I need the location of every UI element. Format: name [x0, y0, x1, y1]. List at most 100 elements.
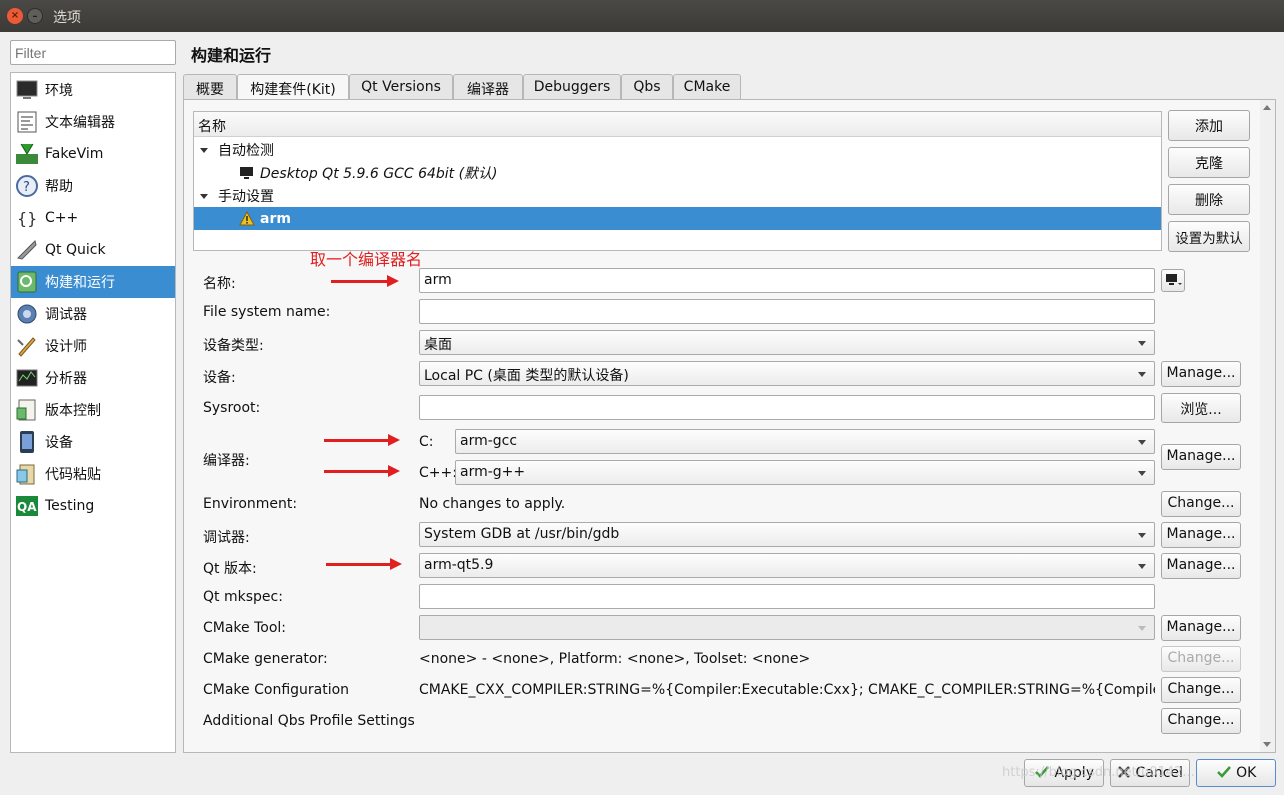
- chevron-down-icon: [1138, 440, 1146, 445]
- cmake-config-change-button[interactable]: Change...: [1161, 677, 1241, 703]
- chevron-down-icon: [1138, 341, 1146, 346]
- sidebar-item-label: 分析器: [45, 371, 87, 387]
- debugger-select[interactable]: System GDB at /usr/bin/gdb: [419, 522, 1155, 547]
- kit-group-auto[interactable]: 自动检测: [194, 138, 1161, 161]
- kit-label: arm: [260, 210, 291, 227]
- sidebar-item-designer[interactable]: 设计师: [11, 330, 175, 362]
- sysroot-browse-button[interactable]: 浏览...: [1161, 393, 1241, 423]
- add-kit-button[interactable]: 添加: [1168, 110, 1250, 141]
- tab-debuggers[interactable]: Debuggers: [523, 74, 621, 100]
- qt-version-manage-button[interactable]: Manage...: [1161, 553, 1241, 579]
- kit-row-arm[interactable]: arm: [194, 207, 1161, 230]
- sidebar-item-help[interactable]: ? 帮助: [11, 170, 175, 202]
- sidebar-item-device[interactable]: 设备: [11, 426, 175, 458]
- chevron-down-icon[interactable]: [194, 186, 214, 206]
- compiler-manage-button[interactable]: Manage...: [1161, 444, 1241, 470]
- qbs-profile-label: Additional Qbs Profile Settings: [203, 713, 415, 729]
- tab-kits[interactable]: 构建套件(Kit): [237, 74, 349, 101]
- sidebar-item-label: FakeVim: [45, 146, 104, 162]
- cpp-compiler-select[interactable]: arm-g++: [455, 460, 1155, 485]
- sidebar-item-debugger[interactable]: 调试器: [11, 298, 175, 330]
- cpp-icon: {}: [15, 206, 39, 230]
- kit-row-desktop[interactable]: Desktop Qt 5.9.6 GCC 64bit (默认): [194, 161, 1161, 184]
- close-window-button[interactable]: ×: [7, 8, 23, 24]
- device-type-label: 设备类型:: [203, 338, 264, 354]
- kit-tree: 名称 自动检测 Desktop Qt 5.9.6 GCC 64bit (默认) …: [193, 111, 1162, 251]
- environment-change-button[interactable]: Change...: [1161, 491, 1241, 517]
- testing-icon: QA: [15, 494, 39, 518]
- sidebar-item-version-control[interactable]: 版本控制: [11, 394, 175, 426]
- tab-overview[interactable]: 概要: [183, 74, 237, 100]
- tab-compilers[interactable]: 编译器: [453, 74, 523, 100]
- cmake-tool-manage-button[interactable]: Manage...: [1161, 615, 1241, 641]
- svg-text:?: ?: [23, 180, 30, 195]
- device-type-select[interactable]: 桌面: [419, 330, 1155, 355]
- cmake-generator-change-button[interactable]: Change...: [1161, 646, 1241, 672]
- annotation-text: 取一个编译器名: [310, 250, 423, 269]
- qt-version-select[interactable]: arm-qt5.9: [419, 553, 1155, 578]
- delete-kit-button[interactable]: 删除: [1168, 184, 1250, 215]
- sidebar-item-fakevim[interactable]: FakeVim: [11, 138, 175, 170]
- debugger-label: 调试器:: [203, 530, 250, 546]
- sidebar-item-environment[interactable]: 环境: [11, 74, 175, 106]
- fs-name-input[interactable]: [419, 299, 1155, 324]
- cmake-tool-select[interactable]: [419, 615, 1155, 640]
- set-default-kit-button[interactable]: 设置为默认: [1168, 221, 1250, 252]
- tab-qbs[interactable]: Qbs: [621, 74, 673, 100]
- sidebar-item-label: 调试器: [45, 307, 87, 323]
- kit-group-manual[interactable]: 手动设置: [194, 184, 1161, 207]
- chevron-down-icon: [1138, 533, 1146, 538]
- filter-input[interactable]: [10, 40, 176, 65]
- name-label: 名称:: [203, 276, 236, 292]
- mkspec-input[interactable]: [419, 584, 1155, 609]
- cmake-config-label: CMake Configuration: [203, 682, 350, 698]
- kit-name-input[interactable]: arm: [419, 268, 1155, 293]
- kit-tree-header: 名称: [194, 112, 1161, 137]
- kit-label: Desktop Qt 5.9.6 GCC 64bit (默认): [260, 165, 498, 182]
- cpp-compiler-label: C++:: [419, 465, 457, 481]
- sidebar-item-label: 代码粘贴: [45, 467, 101, 483]
- ok-button[interactable]: OK: [1196, 759, 1276, 787]
- annotation-arrow: [331, 275, 399, 287]
- environment-label: Environment:: [203, 496, 298, 512]
- sidebar-item-label: 设备: [45, 435, 73, 451]
- sidebar-item-label: 环境: [45, 83, 73, 99]
- annotation-arrow: [324, 465, 400, 477]
- sidebar-item-testing[interactable]: QA Testing: [11, 490, 175, 522]
- sidebar-item-analyzer[interactable]: 分析器: [11, 362, 175, 394]
- minimize-window-button[interactable]: –: [27, 8, 43, 24]
- sidebar-item-build-run[interactable]: 构建和运行: [11, 266, 175, 298]
- sysroot-label: Sysroot:: [203, 400, 261, 416]
- annotation-arrow: [326, 558, 402, 570]
- warning-icon: [239, 210, 255, 225]
- sidebar-item-label: Testing: [45, 498, 95, 514]
- cmake-config-value: CMAKE_CXX_COMPILER:STRING=%{Compiler:Exe…: [419, 682, 1155, 698]
- sidebar-item-code-paste[interactable]: 代码粘贴: [11, 458, 175, 490]
- cmake-generator-value: <none> - <none>, Platform: <none>, Tools…: [419, 651, 811, 667]
- window-title: 选项: [53, 10, 81, 26]
- sidebar-item-label: 版本控制: [45, 403, 101, 419]
- sidebar-item-qt-quick[interactable]: Qt Quick: [11, 234, 175, 266]
- device-manage-button[interactable]: Manage...: [1161, 361, 1241, 387]
- device-icon: [15, 430, 39, 454]
- debugger-manage-button[interactable]: Manage...: [1161, 522, 1241, 548]
- panel-scrollbar[interactable]: [1260, 100, 1275, 752]
- build-run-icon: [15, 270, 39, 294]
- chevron-down-icon: [1138, 471, 1146, 476]
- ok-label: OK: [1236, 765, 1257, 781]
- c-compiler-select[interactable]: arm-gcc: [455, 429, 1155, 454]
- qt-version-label: Qt 版本:: [203, 561, 257, 577]
- sysroot-input[interactable]: [419, 395, 1155, 420]
- sidebar-item-label: 帮助: [45, 179, 73, 195]
- kit-icon-button[interactable]: [1161, 269, 1185, 292]
- sidebar-item-text-editor[interactable]: 文本编辑器: [11, 106, 175, 138]
- chevron-down-icon[interactable]: [194, 140, 214, 160]
- device-select[interactable]: Local PC (桌面 类型的默认设备): [419, 361, 1155, 386]
- qbs-profile-change-button[interactable]: Change...: [1161, 708, 1241, 734]
- chevron-down-icon: [1138, 372, 1146, 377]
- clone-kit-button[interactable]: 克隆: [1168, 147, 1250, 178]
- sidebar-item-cpp[interactable]: {} C++: [11, 202, 175, 234]
- tab-cmake[interactable]: CMake: [673, 74, 741, 100]
- select-value: arm-g++: [460, 464, 526, 480]
- tab-qt-versions[interactable]: Qt Versions: [349, 74, 453, 100]
